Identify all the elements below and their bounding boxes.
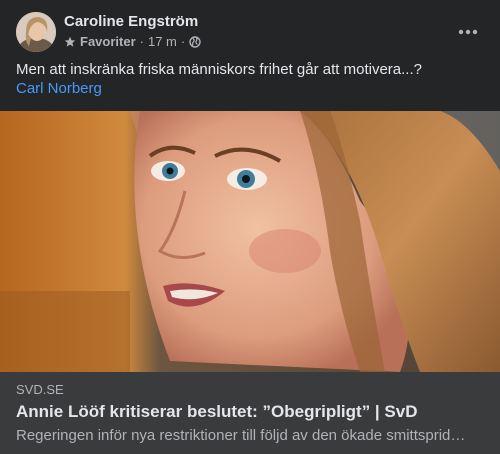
post-meta: Favoriter · 17 m · <box>64 33 201 51</box>
star-icon <box>64 36 76 47</box>
feed-post: Caroline Engström Favoriter · 17 m · Men… <box>0 0 500 454</box>
avatar-photo <box>16 12 56 52</box>
mention-link[interactable]: Carl Norberg <box>16 79 102 99</box>
globe-icon[interactable] <box>189 36 201 48</box>
link-preview-card[interactable]: SVD.SE Annie Lööf kritiserar beslutet: ”… <box>0 111 500 454</box>
post-header: Caroline Engström Favoriter · 17 m · <box>16 12 484 52</box>
post-time[interactable]: 17 m <box>148 33 177 51</box>
post-text: Men att inskränka friska människors frih… <box>16 61 422 78</box>
link-preview-image[interactable] <box>0 111 500 372</box>
meta-separator-2: · <box>180 34 186 49</box>
link-preview-info[interactable]: SVD.SE Annie Lööf kritiserar beslutet: ”… <box>0 372 500 454</box>
author-avatar[interactable] <box>16 12 56 52</box>
portrait-photo <box>0 111 500 372</box>
meta-separator: · <box>139 34 144 49</box>
more-options-button[interactable] <box>452 16 484 48</box>
link-description: Regeringen inför nya restriktioner till … <box>16 427 471 444</box>
audience-label[interactable]: Favoriter <box>80 33 136 51</box>
more-horizontal-icon <box>458 29 478 35</box>
author-name[interactable]: Caroline Engström <box>64 12 198 32</box>
link-title[interactable]: Annie Lööf kritiserar beslutet: ”Obegrip… <box>16 401 484 423</box>
link-domain: SVD.SE <box>16 382 64 397</box>
